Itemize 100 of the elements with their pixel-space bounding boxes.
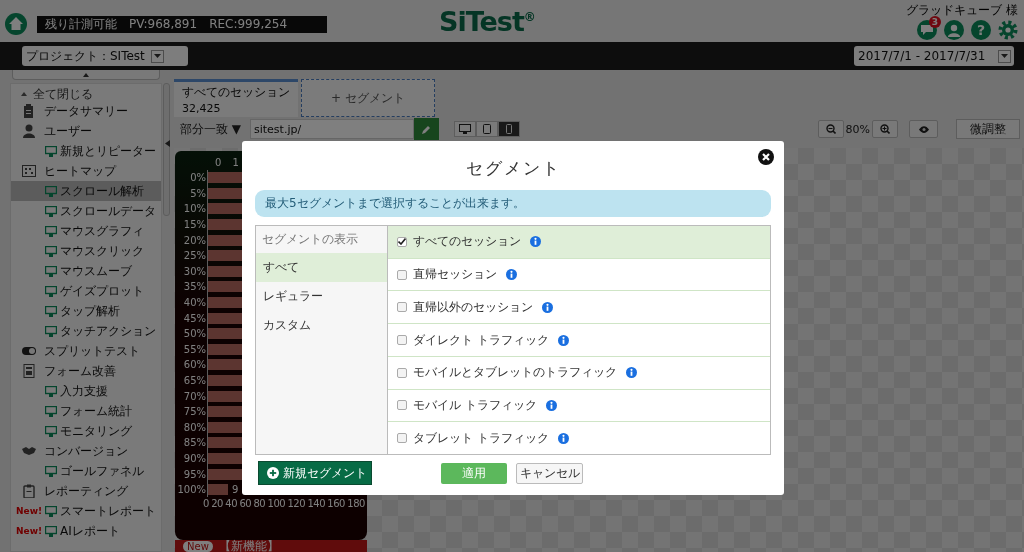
dropdown-button[interactable]: [150, 49, 164, 63]
info-icon: [557, 334, 569, 346]
checkbox[interactable]: [397, 269, 407, 280]
pencil-icon: [422, 124, 431, 134]
monitor-icon: [45, 305, 57, 317]
checkbox[interactable]: [397, 433, 407, 444]
edit-button[interactable]: [414, 118, 439, 140]
monitor-icon: [45, 385, 57, 397]
device-button[interactable]: [476, 121, 498, 137]
sidebar-subitem[interactable]: フォーム統計: [11, 401, 161, 421]
fine-tune-button[interactable]: 微調整: [956, 119, 1020, 139]
sidebar-item[interactable]: コンバージョン: [11, 441, 161, 461]
checkbox[interactable]: [397, 236, 407, 247]
row-label: 100%: [177, 484, 206, 496]
category-item[interactable]: すべて: [256, 253, 387, 282]
sidebar-subitem[interactable]: New! スマートレポート: [11, 501, 161, 521]
help-button[interactable]: ?: [971, 20, 991, 40]
sidebar-subitem[interactable]: 入力支援: [11, 381, 161, 401]
bar: [208, 172, 244, 184]
sidebar-subitem[interactable]: New! AIレポート: [11, 521, 161, 541]
segment-row[interactable]: 直帰セッション: [388, 258, 770, 292]
segment-row[interactable]: モバイル トラフィック: [388, 389, 770, 423]
info-icon: [557, 432, 569, 444]
monitor-icon: [45, 265, 57, 277]
account-button[interactable]: [944, 20, 964, 40]
row-label: 80%: [183, 421, 206, 433]
info-icon: [545, 399, 557, 411]
checkbox[interactable]: [397, 302, 407, 313]
segment-row[interactable]: ダイレクト トラフィック: [388, 324, 770, 357]
segment-row[interactable]: タブレット トラフィック: [388, 422, 770, 455]
logo[interactable]: SiTest$^{®}$: [425, 5, 907, 37]
segment-row[interactable]: モバイルとタブレットのトラフィック: [388, 356, 770, 390]
checkbox[interactable]: [397, 400, 407, 411]
checkbox[interactable]: [397, 367, 407, 378]
close-icon: [758, 149, 774, 165]
sidebar-subitem[interactable]: スクロール解析: [11, 181, 161, 201]
sidebar-subitem[interactable]: タップ解析: [11, 301, 161, 321]
segment-label: ダイレクト トラフィック: [413, 331, 549, 349]
new-label: New!: [16, 526, 43, 536]
row-label: 70%: [183, 390, 206, 402]
new-label: New!: [16, 506, 43, 516]
zoom-in-icon: [880, 124, 890, 134]
bar: [208, 203, 244, 215]
scroll-up-button[interactable]: [12, 70, 160, 80]
sidebar-subitem[interactable]: マウスムーブ: [11, 261, 161, 281]
settings-button[interactable]: [998, 20, 1018, 40]
category-item[interactable]: カスタム: [256, 311, 387, 340]
zoom-out-button[interactable]: [817, 120, 844, 138]
close-button[interactable]: [758, 149, 774, 165]
sidebar-item[interactable]: レポーティング: [11, 481, 161, 501]
date-range-select[interactable]: 2017/7/1 - 2017/7/31: [854, 46, 1014, 66]
row-label: 35%: [183, 281, 206, 293]
sidebar-item[interactable]: データサマリー: [11, 101, 161, 121]
segment-row[interactable]: 直帰以外のセッション: [388, 291, 770, 325]
sidebar-item[interactable]: フォーム改善: [11, 361, 161, 381]
sidebar-item[interactable]: ヒートマップ: [11, 161, 161, 181]
scrollbar[interactable]: [163, 83, 170, 216]
bar: [208, 265, 244, 277]
bar: [208, 421, 244, 433]
row-label: 55%: [183, 343, 206, 355]
monitor-icon: [45, 245, 57, 257]
collapse-all-link[interactable]: 全て閉じる: [11, 87, 161, 101]
device-button[interactable]: [498, 121, 520, 137]
row-label: 45%: [183, 312, 206, 324]
sidebar-subitem[interactable]: ゲイズプロット: [11, 281, 161, 301]
point-label: 9: [232, 484, 239, 496]
cancel-button[interactable]: キャンセル: [516, 462, 583, 484]
settings-icon: [998, 20, 1018, 40]
sidebar-subitem[interactable]: ゴールファネル: [11, 461, 161, 481]
rec-count: REC:999,254: [209, 17, 288, 31]
sidebar-subitem[interactable]: マウスクリック: [11, 241, 161, 261]
dropdown-button[interactable]: [998, 49, 1011, 63]
up-arrow-icon: [21, 92, 27, 96]
zoom-in-button[interactable]: [872, 120, 898, 138]
sidebar-subitem[interactable]: タッチアクション: [11, 321, 161, 341]
axis-tick: 160: [327, 498, 345, 510]
bar: [208, 219, 244, 231]
sidebar-subitem[interactable]: 新規とリピーター: [11, 141, 161, 161]
notice-message: 最大5セグメントまで選択することが出来ます。: [255, 190, 771, 217]
url-field[interactable]: sitest.jp/: [250, 119, 414, 139]
checkbox[interactable]: [397, 335, 407, 345]
add-segment-button[interactable]: + セグメント: [301, 79, 435, 117]
row-label: 90%: [183, 453, 206, 464]
match-type-select[interactable]: 部分一致 ▼: [180, 120, 250, 138]
device-button[interactable]: [454, 121, 476, 137]
row-label: 40%: [183, 297, 206, 309]
sidebar-item[interactable]: スプリットテスト: [11, 341, 161, 361]
bar: [208, 250, 244, 262]
segment-row[interactable]: すべてのセッション: [388, 226, 770, 259]
sidebar-subitem[interactable]: スクロールデータ: [11, 201, 161, 221]
sidebar-subitem[interactable]: モニタリング: [11, 421, 161, 441]
check-icon: [398, 238, 406, 246]
project-select[interactable]: プロジェクト：SITest: [22, 46, 188, 66]
category-item[interactable]: レギュラー: [256, 282, 387, 311]
sidebar-item[interactable]: ユーザー: [11, 121, 161, 141]
new-segment-button[interactable]: 新規セグメント: [258, 461, 372, 485]
apply-button[interactable]: 適用: [441, 462, 507, 484]
sidebar-subitem[interactable]: マウスグラフィ: [11, 221, 161, 241]
preview-button[interactable]: [909, 120, 938, 138]
row-label: 10%: [183, 203, 206, 215]
